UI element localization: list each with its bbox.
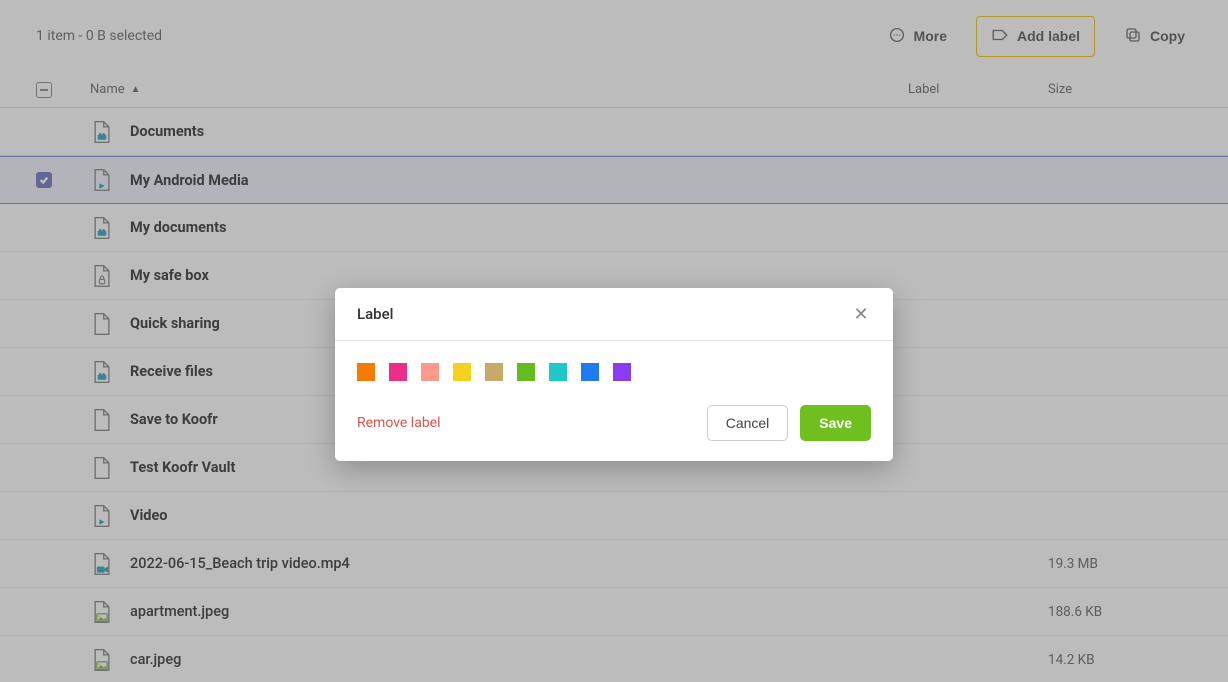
color-swatch[interactable] bbox=[453, 363, 471, 381]
color-swatch[interactable] bbox=[389, 363, 407, 381]
color-swatches bbox=[357, 363, 871, 381]
color-swatch[interactable] bbox=[357, 363, 375, 381]
modal-body bbox=[335, 341, 893, 391]
cancel-button[interactable]: Cancel bbox=[707, 405, 789, 441]
color-swatch[interactable] bbox=[581, 363, 599, 381]
modal-title: Label bbox=[357, 305, 393, 323]
app-root: 1 item - 0 B selected More Add label Cop… bbox=[0, 0, 1228, 682]
remove-label-link[interactable]: Remove label bbox=[357, 415, 441, 431]
modal-header: Label ✕ bbox=[335, 288, 893, 341]
modal-overlay[interactable]: Label ✕ Remove label Cancel Save bbox=[0, 0, 1228, 682]
color-swatch[interactable] bbox=[613, 363, 631, 381]
close-icon[interactable]: ✕ bbox=[851, 304, 871, 324]
color-swatch[interactable] bbox=[517, 363, 535, 381]
label-modal: Label ✕ Remove label Cancel Save bbox=[335, 288, 893, 461]
modal-buttons: Cancel Save bbox=[707, 405, 871, 441]
modal-footer: Remove label Cancel Save bbox=[335, 391, 893, 461]
color-swatch[interactable] bbox=[485, 363, 503, 381]
save-button[interactable]: Save bbox=[800, 405, 871, 441]
color-swatch[interactable] bbox=[421, 363, 439, 381]
color-swatch[interactable] bbox=[549, 363, 567, 381]
